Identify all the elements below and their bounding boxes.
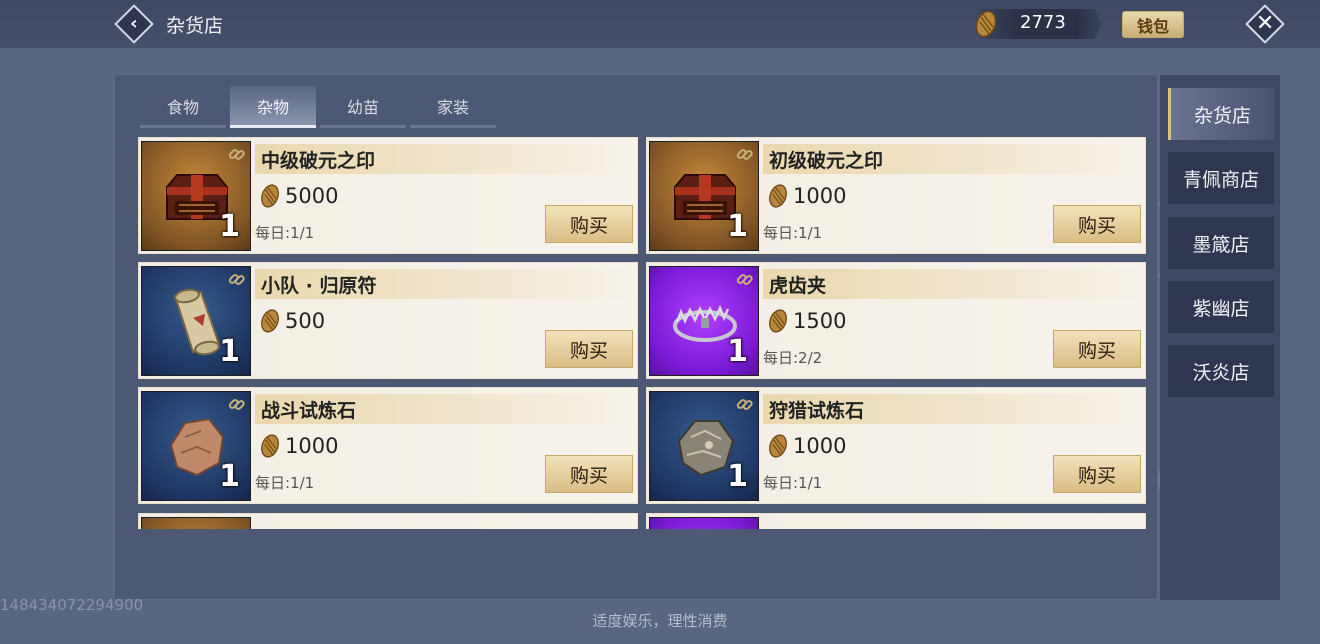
item-price: 5000 xyxy=(259,183,338,209)
buy-button[interactable]: 购买 xyxy=(1053,330,1141,368)
daily-limit: 每日:1/1 xyxy=(763,474,823,492)
chain-link-icon xyxy=(228,274,245,285)
price-value: 5000 xyxy=(285,184,339,208)
price-value: 1000 xyxy=(285,434,339,458)
item-name: 战斗试炼石 xyxy=(255,394,635,424)
item-thumbnail: 1 xyxy=(141,266,251,376)
item-quantity: 1 xyxy=(727,459,748,494)
sidebar-item-general-store[interactable]: 杂货店 xyxy=(1168,88,1274,140)
tab-furnishing[interactable]: 家装 xyxy=(410,86,496,128)
sidebar-item-ziyou-shop[interactable]: 紫幽店 xyxy=(1168,281,1274,333)
item-thumbnail: 1 xyxy=(141,141,251,251)
currency-value: 2773 xyxy=(1020,12,1066,33)
item-thumbnail: 1 xyxy=(649,266,759,376)
buy-button[interactable]: 购买 xyxy=(545,330,633,368)
daily-limit: 每日:1/1 xyxy=(255,224,315,242)
item-thumbnail xyxy=(141,517,251,529)
item-name: 中级破元之印 xyxy=(255,144,635,174)
seed-currency-icon xyxy=(261,434,279,458)
item-quantity: 1 xyxy=(219,209,240,244)
wallet-button[interactable]: 钱包 xyxy=(1122,11,1184,38)
item-card[interactable]: 1 小队 · 归原符 500 购买 xyxy=(138,262,638,379)
item-quantity: 1 xyxy=(727,209,748,244)
item-price: 1000 xyxy=(259,433,338,459)
close-button[interactable]: ✕ xyxy=(1244,4,1286,44)
item-card-partial[interactable] xyxy=(646,513,1146,529)
buy-button[interactable]: 购买 xyxy=(545,205,633,243)
price-value: 1500 xyxy=(793,309,847,333)
chain-link-icon xyxy=(228,399,245,410)
page-title: 杂货店 xyxy=(166,15,224,37)
sidebar-item-woyan-shop[interactable]: 沃炎店 xyxy=(1168,345,1274,397)
daily-limit: 每日:2/2 xyxy=(763,349,823,367)
seed-currency-icon xyxy=(261,309,279,333)
chain-link-icon xyxy=(736,399,753,410)
category-tabs: 食物 杂物 幼苗 家装 xyxy=(140,86,496,130)
sidebar-item-qingpei-shop[interactable]: 青佩商店 xyxy=(1168,152,1274,204)
seed-currency-icon xyxy=(261,184,279,208)
item-card[interactable]: 1 初级破元之印 1000 每日:1/1 购买 xyxy=(646,137,1146,254)
price-value: 500 xyxy=(285,309,326,333)
item-thumbnail: 1 xyxy=(649,391,759,501)
item-thumbnail: 1 xyxy=(141,391,251,501)
seed-currency-icon xyxy=(769,309,787,333)
item-name: 虎齿夹 xyxy=(763,269,1143,299)
item-price: 1000 xyxy=(767,183,846,209)
back-arrow-icon: ‹ xyxy=(114,4,154,44)
item-card[interactable]: 1 虎齿夹 1500 每日:2/2 购买 xyxy=(646,262,1146,379)
item-thumbnail: 1 xyxy=(649,141,759,251)
tab-misc[interactable]: 杂物 xyxy=(230,86,316,128)
close-icon: ✕ xyxy=(1245,4,1285,44)
item-card[interactable]: 1 战斗试炼石 1000 每日:1/1 购买 xyxy=(138,387,638,504)
sidebar-item-mozhen-shop[interactable]: 墨箴店 xyxy=(1168,217,1274,269)
back-button[interactable]: ‹ xyxy=(112,4,156,44)
daily-limit: 每日:1/1 xyxy=(763,224,823,242)
seed-currency-icon xyxy=(769,184,787,208)
tab-food[interactable]: 食物 xyxy=(140,86,226,128)
item-name: 小队 · 归原符 xyxy=(255,269,635,299)
item-price: 500 xyxy=(259,308,325,334)
seed-currency-icon xyxy=(975,10,997,38)
item-card[interactable]: 1 中级破元之印 5000 每日:1/1 购买 xyxy=(138,137,638,254)
item-card[interactable]: 1 狩猎试炼石 1000 每日:1/1 购买 xyxy=(646,387,1146,504)
item-quantity: 1 xyxy=(727,334,748,369)
price-value: 1000 xyxy=(793,184,847,208)
footer-notice: 适度娱乐，理性消费 xyxy=(592,612,728,630)
item-name: 初级破元之印 xyxy=(763,144,1143,174)
tab-seedlings[interactable]: 幼苗 xyxy=(320,86,406,128)
seed-currency-icon xyxy=(769,434,787,458)
item-price: 1000 xyxy=(767,433,846,459)
price-value: 1000 xyxy=(793,434,847,458)
buy-button[interactable]: 购买 xyxy=(545,455,633,493)
buy-button[interactable]: 购买 xyxy=(1053,455,1141,493)
item-thumbnail xyxy=(649,517,759,529)
item-quantity: 1 xyxy=(219,334,240,369)
item-quantity: 1 xyxy=(219,459,240,494)
item-price: 1500 xyxy=(767,308,846,334)
daily-limit: 每日:1/1 xyxy=(255,474,315,492)
buy-button[interactable]: 购买 xyxy=(1053,205,1141,243)
item-name: 狩猎试炼石 xyxy=(763,394,1143,424)
chain-link-icon xyxy=(228,149,245,160)
item-grid: 1 中级破元之印 5000 每日:1/1 购买 1 初级破元之印 1000 每日… xyxy=(138,137,1148,529)
chain-link-icon xyxy=(736,274,753,285)
chain-link-icon xyxy=(736,149,753,160)
item-card-partial[interactable] xyxy=(138,513,638,529)
